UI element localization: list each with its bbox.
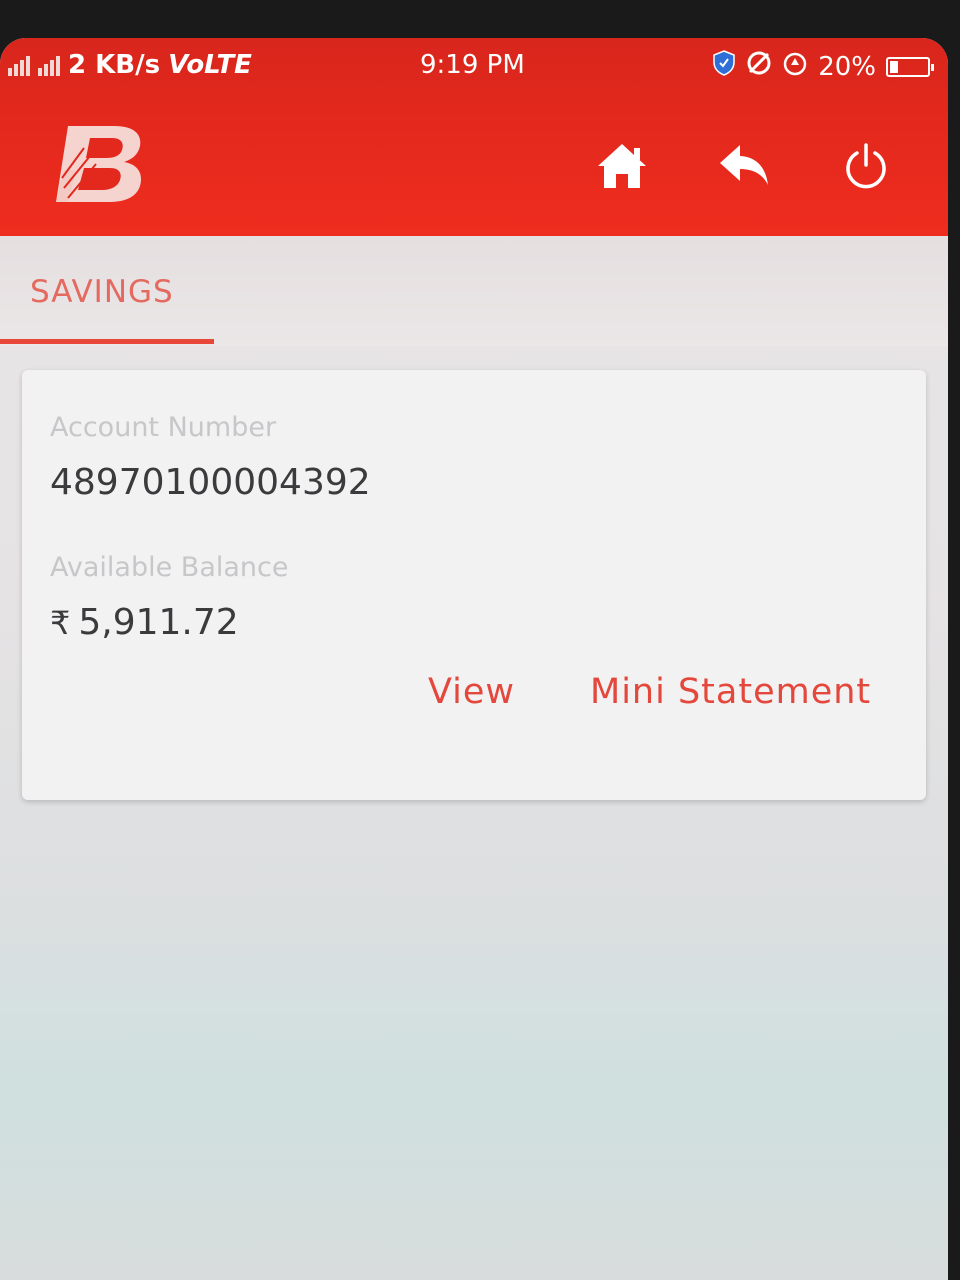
shield-icon [712,50,736,83]
tab-bar: SAVINGS [0,236,948,346]
do-not-disturb-icon [746,50,772,83]
account-card: Account Number 48970100004392 Available … [22,370,926,800]
balance-amount: 5,911.72 [78,602,239,643]
battery-percent: 20% [818,51,876,82]
view-button[interactable]: View [428,672,515,712]
mini-statement-button[interactable]: Mini Statement [590,672,871,712]
app-header: 2 KB/s VoLTE 9:19 PM 20% [0,38,948,236]
available-balance: ₹ 5,911.72 [50,602,239,643]
back-icon [720,145,768,185]
back-button[interactable] [712,134,776,198]
tab-savings-label: SAVINGS [30,274,174,310]
network-type: VoLTE [168,50,252,80]
rupee-icon: ₹ [50,604,71,642]
signal-icon [8,54,60,76]
account-number: 48970100004392 [50,462,371,503]
power-icon [846,143,886,189]
active-tab-indicator [0,339,214,344]
available-balance-label: Available Balance [50,552,289,583]
battery-icon [886,56,934,77]
status-right: 20% [712,50,934,83]
app-screen: 2 KB/s VoLTE 9:19 PM 20% SAVINGS Account… [0,38,948,1280]
status-left: 2 KB/s VoLTE [8,50,252,80]
tab-savings[interactable]: SAVINGS [0,236,214,346]
clock: 9:19 PM [420,50,525,80]
account-number-label: Account Number [50,412,277,443]
home-icon [598,144,646,188]
logout-button[interactable] [834,134,898,198]
alarm-icon [782,50,808,83]
network-speed: 2 KB/s [68,50,161,80]
bank-logo-icon [50,118,150,208]
status-bar: 2 KB/s VoLTE 9:19 PM 20% [0,38,948,96]
home-button[interactable] [590,134,654,198]
